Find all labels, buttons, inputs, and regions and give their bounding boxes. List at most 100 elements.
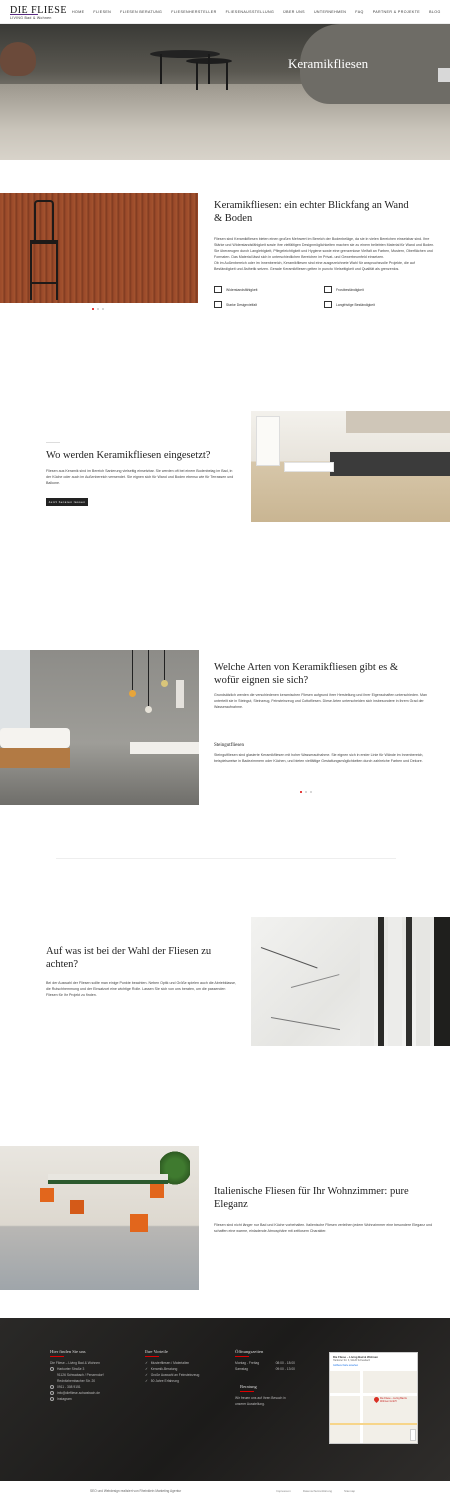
pendant-lamp (161, 680, 168, 687)
shield-icon (214, 286, 222, 293)
footer-heading: Hier finden Sie uns (50, 1349, 86, 1354)
bath-bench (130, 742, 199, 754)
footer-credit[interactable]: SEO und Webdesign realisiert von Rheinkl… (90, 1489, 181, 1493)
bath-window (0, 650, 30, 740)
footer-heading: Beratung (240, 1384, 257, 1389)
logo-subtitle: LIVING Bad & Wohnen (10, 16, 52, 20)
section-heading: Wo werden Keramikfliesen eingesetzt? (46, 450, 211, 461)
nav-ueber-uns[interactable]: Über uns (283, 10, 305, 14)
marble-column (360, 917, 374, 1046)
nav-partner[interactable]: Partner & Projekte (373, 10, 420, 14)
chair-seat (30, 240, 58, 244)
slider-dots (92, 308, 104, 310)
nav-blog[interactable]: Blog (429, 10, 441, 14)
orange-chair (40, 1188, 54, 1202)
map-larger-link[interactable]: Größere Karte ansehen (333, 1364, 358, 1367)
nav-ausstellung[interactable]: Fliesenausstellung (226, 10, 275, 14)
slider-dot[interactable] (305, 791, 307, 793)
feature-item: Widerstandsfähigkeit (214, 286, 324, 293)
section-text: Fliesen sind nicht länger nur Bad und Kü… (214, 1223, 433, 1233)
section-heading: Keramikfliesen: ein echter Blickfang an … (214, 200, 409, 224)
marble-column (388, 917, 402, 1046)
feature-item: Langfristige Beständigkeit (324, 301, 434, 308)
footer-heading: Ihre Vorteile (145, 1349, 168, 1354)
site-header: DIE FLIESE LIVING Bad & Wohnen Home Flie… (0, 0, 450, 24)
footer-benefits: ✓ Musterfliesen / Materialien ✓ Keramik-Be… (145, 1361, 200, 1383)
map-address: Harkorter Str. 3, 91126 Schwabach (333, 1359, 371, 1362)
instagram-icon (50, 1397, 54, 1401)
chair-leg (56, 244, 58, 300)
nav-faq[interactable]: FAQ (355, 10, 363, 14)
section-text: Fliesen aus Keramik sind im Bereich Sani… (46, 469, 234, 485)
nav-hersteller[interactable]: Fliesenhersteller (171, 10, 216, 14)
footer-contact: Die Fliese – Living Bad & Wohnen Harkort… (50, 1361, 104, 1402)
google-map[interactable]: Die Fliese – Living Bad & Wohnen Harkort… (329, 1352, 418, 1444)
table-leg (160, 54, 162, 84)
pendant-lamp (145, 706, 152, 713)
bath-vanity (0, 748, 70, 768)
table-leg (208, 54, 210, 84)
map-pin-icon[interactable] (372, 1395, 381, 1404)
section-line (46, 442, 60, 443)
imprint-link[interactable]: Impressum (276, 1489, 291, 1493)
kitchen-cabinet (346, 411, 450, 433)
slider-dot[interactable] (310, 791, 312, 793)
footer-heading-bar (240, 1391, 254, 1392)
sitemap-link[interactable]: Sitemap (344, 1489, 355, 1493)
slider-dot[interactable] (300, 791, 302, 793)
kitchen-window (256, 416, 280, 466)
hero-title: Keramikfliesen (288, 56, 369, 71)
consultation-button[interactable]: Jetzt beraten lassen (46, 498, 88, 506)
nav-beratung[interactable]: Fliesen Beratung (120, 10, 162, 14)
section-text: Steingutfliesen sind glasierte Keramikfl… (214, 753, 424, 763)
table-leg (196, 62, 198, 90)
kitchen-counter (330, 452, 450, 476)
map-zoom-control[interactable] (410, 1429, 416, 1441)
hero-pouf (0, 42, 36, 76)
lamp-cord (164, 650, 165, 680)
slider-dot[interactable] (97, 308, 99, 310)
section-subheading: Steingutfliesen (214, 743, 244, 748)
phone-icon (50, 1385, 54, 1389)
footer-heading-bar (235, 1356, 249, 1357)
footer-heading-bar (145, 1356, 159, 1357)
slider-dot[interactable] (92, 308, 94, 310)
marble-vein (270, 1017, 341, 1031)
bath-towel (176, 680, 184, 708)
orange-chair (150, 1184, 164, 1198)
nav-unternehmen[interactable]: Unternehmen (314, 10, 346, 14)
instagram-link[interactable]: Instagram (57, 1396, 72, 1402)
bath-sink (0, 728, 70, 748)
slider-dots (300, 791, 312, 793)
table-leg (226, 62, 228, 90)
footer-heading: Öffnungszeiten (235, 1349, 264, 1354)
hero-banner (0, 24, 450, 160)
section-heading: Italienische Fliesen für Ihr Wohnzimmer:… (214, 1186, 409, 1210)
side-tab[interactable] (438, 68, 450, 82)
chair-rail (30, 282, 58, 284)
location-icon (50, 1367, 54, 1371)
slider-dot[interactable] (102, 308, 104, 310)
main-nav: Home Fliesen Fliesen Beratung Fliesenher… (72, 10, 450, 14)
privacy-link[interactable]: Datenschutzerklärung (303, 1489, 332, 1493)
chair-leg (30, 244, 32, 300)
feature-item: Starke Designvielfalt (214, 301, 324, 308)
orange-chair (70, 1200, 84, 1214)
marble-gap (406, 917, 412, 1046)
section-text: Bei der Auswahl der Fliesen sollte man e… (46, 981, 236, 997)
logo-underline (10, 14, 38, 15)
footer-heading-bar (50, 1356, 64, 1357)
section-text: Grundsätzlich werden die verschiedenen k… (214, 693, 427, 709)
kitchen-shelf (284, 462, 334, 472)
marble-vein (260, 947, 318, 969)
feature-item: Frostbeständigkeit (324, 286, 434, 293)
nav-fliesen[interactable]: Fliesen (93, 10, 111, 14)
section-heading: Auf was ist bei der Wahl der Fliesen zu … (46, 946, 212, 970)
nav-home[interactable]: Home (72, 10, 84, 14)
mail-icon (50, 1391, 54, 1395)
frost-icon (324, 286, 332, 293)
lamp-cord (132, 650, 133, 690)
check-icon: ✓ (145, 1379, 148, 1383)
orange-chair (130, 1214, 148, 1232)
bottom-bar: SEO und Webdesign realisiert von Rheinkl… (0, 1481, 450, 1503)
